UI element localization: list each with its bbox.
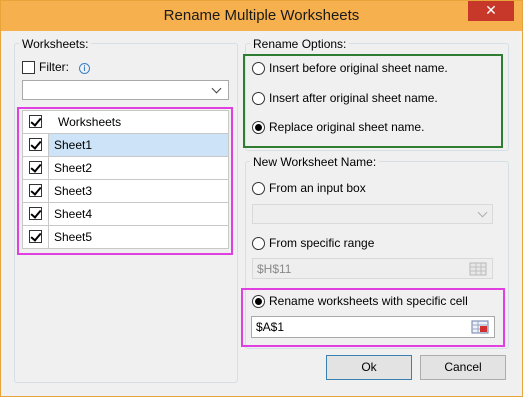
- from-input-label: From an input box: [269, 181, 366, 195]
- filter-checkbox[interactable]: [22, 61, 35, 74]
- insert-before-label: Insert before original sheet name.: [269, 61, 448, 75]
- cancel-button[interactable]: Cancel: [420, 355, 506, 380]
- from-input-radio[interactable]: [252, 182, 265, 195]
- specific-cell-value: $A$1: [256, 320, 285, 334]
- specific-cell-label: Rename worksheets with specific cell: [269, 294, 468, 308]
- dialog-window: Rename Multiple Worksheets ✕ Worksheets:…: [0, 0, 523, 397]
- specific-cell-radio[interactable]: [252, 295, 265, 308]
- close-icon: ✕: [485, 2, 497, 18]
- dialog-title: Rename Multiple Worksheets: [163, 7, 360, 24]
- chevron-down-icon: [477, 207, 488, 218]
- info-icon[interactable]: i: [79, 63, 90, 74]
- from-range-label: From specific range: [269, 236, 375, 250]
- rename-options-legend: Rename Options:: [250, 37, 350, 51]
- specific-cell-input[interactable]: $A$1: [251, 316, 495, 338]
- close-button[interactable]: ✕: [468, 1, 514, 21]
- insert-after-label: Insert after original sheet name.: [269, 91, 438, 105]
- filter-label: Filter:: [39, 60, 69, 74]
- title-bar[interactable]: Rename Multiple Worksheets ✕: [1, 1, 522, 31]
- from-range-radio[interactable]: [252, 237, 265, 250]
- replace-radio[interactable]: [252, 121, 265, 134]
- new-name-legend: New Worksheet Name:: [250, 155, 380, 169]
- chevron-down-icon: [211, 83, 222, 94]
- insert-after-radio[interactable]: [252, 92, 265, 105]
- insert-before-radio[interactable]: [252, 62, 265, 75]
- worksheets-legend: Worksheets:: [19, 37, 92, 51]
- replace-label: Replace original sheet name.: [269, 120, 425, 134]
- input-box-combo[interactable]: [252, 204, 493, 224]
- range-select-icon[interactable]: [469, 262, 487, 276]
- range-input[interactable]: $H$11: [252, 258, 493, 279]
- ok-button[interactable]: Ok: [326, 355, 412, 380]
- filter-combobox[interactable]: [22, 80, 229, 100]
- list-highlight: [17, 107, 233, 255]
- range-select-icon[interactable]: [471, 320, 489, 334]
- range-value: $H$11: [257, 262, 292, 276]
